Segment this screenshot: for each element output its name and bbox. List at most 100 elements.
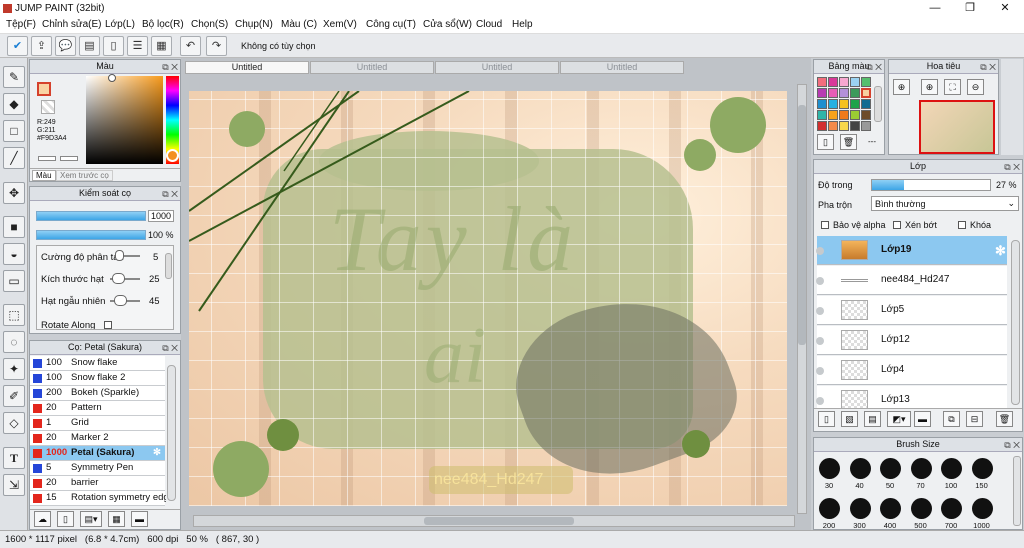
- gear-icon[interactable]: ✻: [153, 446, 161, 460]
- vertical-scroll-thumb[interactable]: [798, 105, 806, 345]
- brush-folder-icon[interactable]: ▬: [131, 511, 148, 527]
- tab-brush-preview[interactable]: Xem trước cọ: [56, 170, 113, 181]
- new-layer-icon[interactable]: ▯: [818, 411, 835, 427]
- brush-size-dot[interactable]: [849, 498, 871, 519]
- gear-icon[interactable]: ✻: [995, 243, 1006, 259]
- magic-wand-icon[interactable]: ✦: [3, 358, 25, 380]
- color-picker-square[interactable]: [86, 76, 163, 164]
- palette-swatch[interactable]: [861, 121, 871, 131]
- brush-size-dot[interactable]: [910, 498, 932, 519]
- palette-swatch[interactable]: [828, 110, 838, 120]
- zoom-plus-icon[interactable]: ⊕: [921, 79, 938, 95]
- layer-folder-icon[interactable]: ▬: [914, 411, 931, 427]
- layer-row[interactable]: Lớp12: [816, 326, 1007, 355]
- panel-controls-icon[interactable]: ⧉ ✕: [866, 61, 882, 74]
- palette-swatch[interactable]: [828, 121, 838, 131]
- redo-icon[interactable]: ↷: [206, 36, 227, 56]
- panel-controls-icon[interactable]: ⧉ ✕: [1004, 439, 1020, 452]
- panel-controls-icon[interactable]: ⧉ ✕: [162, 188, 178, 201]
- lock-checkbox[interactable]: [958, 221, 966, 229]
- palette-swatch-selected[interactable]: [861, 88, 871, 98]
- visibility-icon[interactable]: [816, 307, 824, 315]
- brush-item[interactable]: 20 Marker 2: [30, 431, 165, 446]
- brush-item[interactable]: 200 Bokeh (Sparkle): [30, 386, 165, 401]
- text-tool-icon[interactable]: T: [3, 447, 25, 469]
- menu-filter[interactable]: Bộ lọc(R): [142, 19, 184, 30]
- palette-swatch[interactable]: [839, 121, 849, 131]
- panel-controls-icon[interactable]: ⧉ ✕: [1004, 161, 1020, 174]
- palette-scrollbar[interactable]: [874, 86, 882, 122]
- brush-size-dot[interactable]: [941, 498, 962, 519]
- brush-size-dot[interactable]: [849, 458, 871, 479]
- brush-opacity-slider[interactable]: [36, 230, 146, 240]
- brush-size-dot[interactable]: [971, 498, 993, 519]
- tab-canvas[interactable]: Untitled: [310, 61, 434, 74]
- eraser-tool-icon[interactable]: ◆: [3, 93, 25, 115]
- new-palette-icon[interactable]: ▯: [817, 134, 834, 150]
- palette-swatch[interactable]: [817, 88, 827, 98]
- palette-swatch[interactable]: [850, 77, 860, 87]
- palette-swatch[interactable]: [850, 121, 860, 131]
- foreground-color-swatch[interactable]: [37, 82, 51, 96]
- palette-swatch[interactable]: [839, 110, 849, 120]
- palette-swatch[interactable]: [817, 121, 827, 131]
- panel-controls-icon[interactable]: ⧉ ✕: [162, 342, 178, 355]
- new-brush-icon[interactable]: ▯: [57, 511, 74, 527]
- palette-swatch[interactable]: [861, 110, 871, 120]
- brush-size-dot[interactable]: [910, 458, 932, 479]
- menu-file[interactable]: Tệp(F): [6, 19, 36, 30]
- layer-row[interactable]: nee484_Hd247: [816, 266, 1007, 295]
- menu-window[interactable]: Cửa sổ(W): [423, 19, 472, 30]
- palette-swatch[interactable]: [861, 77, 871, 87]
- new-layer-type-icon[interactable]: ▤: [864, 411, 881, 427]
- select-eraser-icon[interactable]: ◇: [3, 412, 25, 434]
- brush-size-dot[interactable]: [819, 498, 840, 519]
- layer-mask-icon[interactable]: ◩▾: [887, 411, 911, 427]
- navigator-thumbnail[interactable]: [919, 100, 995, 154]
- minimize-button[interactable]: —: [920, 0, 950, 17]
- tab-color[interactable]: Màu: [32, 170, 56, 181]
- particle-size-handle[interactable]: [112, 273, 125, 284]
- horizontal-scrollbar[interactable]: [193, 515, 795, 527]
- merge-layer-icon[interactable]: ⊟: [966, 411, 983, 427]
- layer-row[interactable]: Lớp13: [816, 386, 1007, 408]
- brush-size-dot[interactable]: [880, 498, 901, 519]
- palette-swatch[interactable]: [839, 99, 849, 109]
- layer-row[interactable]: Lớp5: [816, 296, 1007, 325]
- grid-icon[interactable]: ▦: [151, 36, 172, 56]
- tab-canvas[interactable]: Untitled: [560, 61, 684, 74]
- export-icon[interactable]: ⇪: [31, 36, 52, 56]
- menu-capture[interactable]: Chụp(N): [235, 19, 273, 30]
- operation-tool-icon[interactable]: ⇲: [3, 474, 25, 496]
- restore-button[interactable]: ❐: [955, 0, 985, 17]
- vertical-scrollbar[interactable]: [797, 84, 807, 514]
- select-pen-icon[interactable]: ✐: [3, 385, 25, 407]
- palette-swatch[interactable]: [850, 110, 860, 120]
- zoom-out-icon[interactable]: ⊖: [967, 79, 984, 95]
- scatter-handle[interactable]: [115, 250, 124, 261]
- brush-size-value[interactable]: 1000: [148, 210, 174, 222]
- menu-select[interactable]: Chọn(S): [191, 19, 228, 30]
- brush-settings-icon[interactable]: ▦: [108, 511, 125, 527]
- artboard[interactable]: Tay là ai nee484_Hd247: [189, 91, 787, 506]
- brush-item-selected[interactable]: 1000 Petal (Sakura) ✻: [30, 446, 165, 461]
- visibility-icon[interactable]: [816, 367, 824, 375]
- rectangle-select-icon[interactable]: □: [3, 120, 25, 142]
- menu-color[interactable]: Màu (C): [281, 19, 317, 30]
- palette-swatch[interactable]: [839, 88, 849, 98]
- brush-tool-icon[interactable]: ✎: [3, 66, 25, 88]
- brush-item[interactable]: 100 Snow flake: [30, 356, 165, 371]
- undo-icon[interactable]: ↶: [180, 36, 201, 56]
- list-icon[interactable]: ☰: [127, 36, 148, 56]
- alpha-protect-checkbox[interactable]: [821, 221, 829, 229]
- hue-handle[interactable]: [166, 149, 179, 162]
- document-icon[interactable]: ▯: [103, 36, 124, 56]
- random-particle-handle[interactable]: [114, 295, 127, 306]
- lasso-tool-icon[interactable]: ◌: [3, 331, 25, 353]
- visibility-icon[interactable]: [816, 247, 824, 255]
- menu-view[interactable]: Xem(V): [323, 19, 357, 30]
- brush-item[interactable]: 100 Snow flake 2: [30, 371, 165, 386]
- message-icon[interactable]: ▤: [79, 36, 100, 56]
- panel-controls-icon[interactable]: ⧉ ✕: [162, 61, 178, 74]
- brush-size-dot[interactable]: [971, 458, 993, 479]
